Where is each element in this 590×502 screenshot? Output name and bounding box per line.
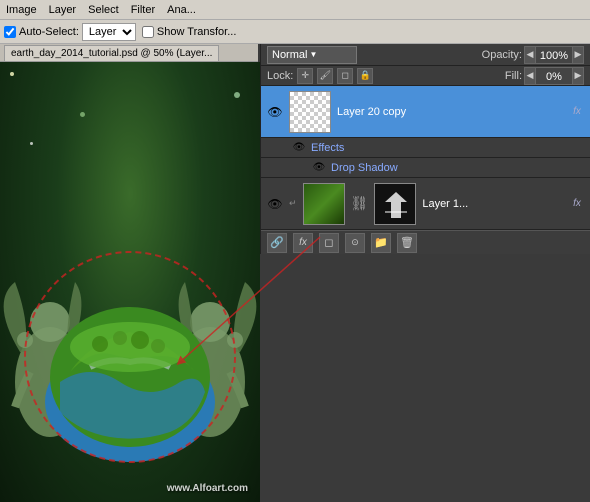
lock-all-icon[interactable]: 🔒 [357, 68, 373, 84]
layer-thumb-green-content [304, 184, 344, 224]
fill-group: Fill: ◀ 0% ▶ [505, 67, 584, 85]
add-group-btn[interactable]: 📁 [371, 233, 391, 253]
layer-thumb-content [290, 92, 330, 132]
fill-up-btn[interactable]: ▶ [572, 67, 584, 85]
dropshadow-label[interactable]: Drop Shadow [331, 162, 398, 174]
effects-visibility[interactable]: 👁 [291, 140, 307, 156]
dropshadow-row: 👁 Drop Shadow [261, 158, 590, 178]
canvas-area: www.Alfoart.com [0, 62, 260, 502]
layer-20-copy-item[interactable]: 👁 Layer 20 copy fx [261, 86, 590, 138]
opacity-down-btn[interactable]: ◀ [524, 46, 536, 64]
blend-mode-arrow: ▼ [309, 50, 317, 59]
showtransform-label: Show Transfor... [157, 26, 236, 38]
layer-20-copy-thumb [289, 91, 331, 133]
blend-mode-value: Normal [272, 49, 307, 61]
layer-1-thumb-green [303, 183, 345, 225]
layer-1-fx: fx [570, 198, 584, 209]
menu-ana[interactable]: Ana... [161, 2, 202, 18]
lock-row: Lock: ✛ 🖌 ◻ 🔒 Fill: ◀ 0% ▶ [261, 66, 590, 86]
selection-circle [15, 242, 245, 472]
layer-1-visibility[interactable]: 👁 [267, 196, 283, 212]
layer-1-thumb-mask [374, 183, 416, 225]
menu-filter[interactable]: Filter [125, 2, 161, 18]
fill-label: Fill: [505, 70, 522, 82]
layer-chain-icon[interactable]: ⛓ [351, 195, 369, 212]
opacity-label: Opacity: [482, 49, 522, 61]
main-area: Image Layer Select Filter Ana... Auto-Se… [0, 0, 590, 502]
fill-value[interactable]: 0% [536, 67, 572, 85]
opacity-up-btn[interactable]: ▶ [572, 46, 584, 64]
link-layers-btn[interactable]: 🔗 [267, 233, 287, 253]
adjustments-btn[interactable]: ⊙ [345, 233, 365, 253]
menu-bar: Image Layer Select Filter Ana... [0, 0, 590, 20]
layers-panel: Normal ▼ Opacity: ◀ 100% ▶ Lock: ✛ 🖌 ◻ 🔒… [260, 44, 590, 254]
bokeh-3 [30, 142, 33, 145]
opacity-group: Opacity: ◀ 100% ▶ [482, 46, 584, 64]
layer-20-copy-visibility[interactable]: 👁 [267, 104, 283, 120]
menu-layer[interactable]: Layer [43, 2, 83, 18]
blend-mode-dropdown[interactable]: Normal ▼ [267, 46, 357, 64]
mask-thumb-content [375, 184, 416, 225]
autoselect-checkbox[interactable] [4, 26, 16, 38]
blend-mode-row: Normal ▼ Opacity: ◀ 100% ▶ [261, 44, 590, 66]
fx-btn[interactable]: fx [293, 233, 313, 253]
lock-paint-icon[interactable]: 🖌 [317, 68, 333, 84]
add-mask-btn[interactable]: ◻ [319, 233, 339, 253]
lock-move-icon[interactable]: ✛ [297, 68, 313, 84]
bokeh-2 [234, 92, 240, 98]
bokeh-1 [10, 72, 14, 76]
effects-label: Effects [311, 142, 344, 154]
canvas-tab[interactable]: earth_day_2014_tutorial.psd @ 50% (Layer… [4, 45, 219, 61]
lock-label: Lock: [267, 70, 293, 82]
dropshadow-visibility[interactable]: 👁 [311, 160, 327, 176]
layer-1-arrow: ↵ [289, 198, 297, 209]
autoselect-label: Auto-Select: [19, 26, 79, 38]
layer-20-copy-name: Layer 20 copy [337, 106, 564, 118]
opacity-stepper: ◀ 100% ▶ [524, 46, 584, 64]
canvas-tab-bar: earth_day_2014_tutorial.psd @ 50% (Layer… [0, 44, 258, 62]
delete-layer-btn[interactable]: 🗑 [397, 233, 417, 253]
menu-image[interactable]: Image [0, 2, 43, 18]
showtransform-checkbox[interactable] [142, 26, 154, 38]
watermark: www.Alfoart.com [167, 483, 248, 494]
bokeh-4 [80, 112, 85, 117]
opacity-value[interactable]: 100% [536, 46, 572, 64]
toolbar: Auto-Select: Layer Show Transfor... [0, 20, 590, 44]
fill-down-btn[interactable]: ◀ [524, 67, 536, 85]
menu-select[interactable]: Select [82, 2, 125, 18]
layers-bottom-toolbar: 🔗 fx ◻ ⊙ 📁 🗑 [261, 230, 590, 254]
layer-1-name: Layer 1... [422, 198, 564, 210]
layer-20-copy-fx: fx [570, 106, 584, 117]
layer-1-item[interactable]: 👁 ↵ ⛓ Layer 1... fx [261, 178, 590, 230]
lock-transparency-icon[interactable]: ◻ [337, 68, 353, 84]
autoselect-dropdown[interactable]: Layer [82, 23, 136, 41]
fill-stepper: ◀ 0% ▶ [524, 67, 584, 85]
effects-row: 👁 Effects [261, 138, 590, 158]
